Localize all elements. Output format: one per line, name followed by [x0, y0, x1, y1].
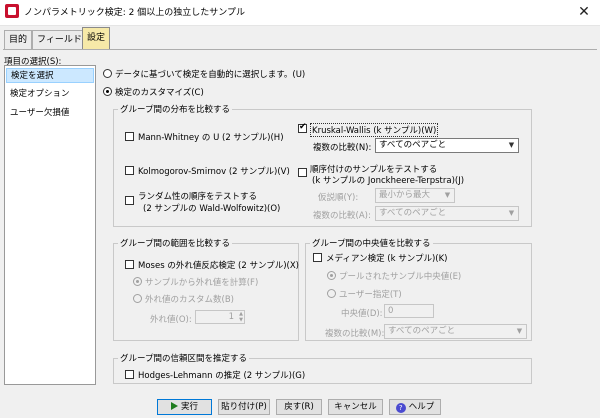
- hypothesis-order-label: 仮説順(Y):: [318, 193, 359, 203]
- cancel-button[interactable]: キャンセル: [328, 399, 383, 415]
- auto-select-label: データに基づいて検定を自動的に選択します。(U): [115, 70, 306, 80]
- multi-compare2-dropdown[interactable]: すべてのペアごと ▼: [375, 206, 519, 221]
- tab-settings[interactable]: 設定: [82, 27, 111, 50]
- median-multi-compare-dropdown[interactable]: すべてのペアごと ▼: [384, 324, 527, 339]
- close-icon[interactable]: ✕: [572, 2, 596, 22]
- spinner-arrows-icon: ▲ ▼: [239, 311, 243, 323]
- pooled-median-radio[interactable]: [327, 271, 336, 280]
- hodges-lehmann-checkbox[interactable]: [125, 370, 134, 379]
- median-value-input[interactable]: 0: [384, 304, 434, 318]
- mann-whitney-checkbox[interactable]: [125, 132, 134, 141]
- pooled-median-label: プールされたサンプル中央値(E): [339, 272, 462, 282]
- tab-fields[interactable]: フィールド: [32, 30, 87, 50]
- window-title: ノンパラメトリック検定: 2 個以上の独立したサンプル: [24, 8, 245, 18]
- runs-test-checkbox[interactable]: [125, 196, 134, 205]
- reset-button[interactable]: 戻す(R): [276, 399, 322, 415]
- list-item-choose-tests[interactable]: 検定を選択: [6, 68, 94, 83]
- custom-outliers-label: 外れ値のカスタム数(B): [145, 295, 234, 305]
- customize-label: 検定のカスタマイズ(C): [115, 88, 204, 98]
- multi-compare2-label: 複数の比較(A):: [313, 211, 371, 221]
- hodges-lehmann-label: Hodges-Lehmann の推定 (2 サンプル)(G): [138, 371, 306, 381]
- help-icon: ?: [395, 403, 406, 413]
- compute-outliers-label: サンプルから外れ値を計算(F): [145, 278, 259, 288]
- outliers-value: 1: [228, 312, 234, 322]
- multi-compare2-value: すべてのペアごと: [379, 208, 447, 218]
- runs-test-label-2: (2 サンプルの Wald-Wolfowitz)(O): [143, 204, 281, 214]
- jonckheere-label-2: (k サンプルの Jonckheere-Terpstra)(J): [312, 176, 465, 186]
- mann-whitney-label: Mann-Whitney の U (2 サンプル)(H): [138, 133, 284, 143]
- multi-compare-dropdown[interactable]: すべてのペアごと ▼: [375, 138, 519, 153]
- median-test-label: メディアン検定 (k サンプル)(K): [326, 254, 448, 264]
- chevron-down-icon: ▼: [516, 327, 523, 335]
- kolmogorov-label: Kolmogorov-Smirnov (2 サンプル)(V): [138, 167, 290, 177]
- multi-compare-label: 複数の比較(N):: [313, 143, 372, 153]
- customize-radio[interactable]: [103, 87, 112, 96]
- moses-label: Moses の外れ値反応検定 (2 サンプル)(X): [138, 261, 299, 271]
- outliers-stepper[interactable]: 1 ▲ ▼: [195, 310, 245, 324]
- median-test-checkbox[interactable]: [313, 253, 322, 262]
- tab-divider: [3, 49, 597, 50]
- custom-outliers-radio[interactable]: [133, 294, 142, 303]
- app-icon: [5, 4, 19, 18]
- help-button[interactable]: ? ヘルプ: [389, 399, 441, 415]
- user-specified-label: ユーザー指定(T): [339, 290, 402, 300]
- list-item-user-missing[interactable]: ユーザー欠損値: [6, 106, 94, 121]
- hypothesis-order-dropdown[interactable]: 最小から最大 ▼: [375, 188, 455, 203]
- kolmogorov-checkbox[interactable]: [125, 166, 134, 175]
- run-button-label: 実行: [180, 402, 198, 412]
- range-group: [113, 243, 299, 341]
- compute-outliers-radio[interactable]: [133, 277, 142, 286]
- jonckheere-checkbox[interactable]: [298, 168, 307, 177]
- runs-test-label-1: ランダム性の順序をテストする: [138, 192, 258, 202]
- median-value-label: 中央値(D):: [341, 309, 383, 319]
- median-multi-compare-label: 複数の比較(M):: [325, 329, 385, 339]
- user-specified-radio[interactable]: [327, 289, 336, 298]
- chevron-down-icon: ▼: [508, 141, 515, 149]
- range-group-title: グループ間の範囲を比較する: [118, 237, 232, 249]
- median-multi-compare-value: すべてのペアごと: [388, 326, 456, 336]
- list-item-test-options[interactable]: 検定オプション: [6, 87, 94, 102]
- ci-group-title: グループ間の信頼区間を推定する: [118, 352, 249, 364]
- chevron-down-icon: ▼: [444, 191, 451, 199]
- auto-select-radio[interactable]: [103, 69, 112, 78]
- kruskal-wallis-label: Kruskal-Wallis (k サンプル)(W): [310, 123, 439, 137]
- paste-button[interactable]: 貼り付け(P): [218, 399, 270, 415]
- help-button-label: ヘルプ: [408, 402, 435, 412]
- play-icon: [170, 402, 178, 410]
- moses-checkbox[interactable]: [125, 260, 134, 269]
- run-button[interactable]: 実行: [157, 399, 212, 415]
- median-group-title: グループ間の中央値を比較する: [310, 237, 433, 249]
- chevron-down-icon: ▼: [508, 209, 515, 217]
- kruskal-wallis-checkbox[interactable]: [298, 122, 307, 133]
- outliers-label: 外れ値(O):: [150, 315, 192, 325]
- tab-objective[interactable]: 目的: [4, 30, 33, 50]
- distribution-group-title: グループ間の分布を比較する: [118, 103, 232, 115]
- item-list: 検定を選択 検定オプション ユーザー欠損値: [4, 65, 96, 385]
- hypothesis-order-value: 最小から最大: [379, 190, 431, 200]
- multi-compare-value: すべてのペアごと: [379, 140, 447, 150]
